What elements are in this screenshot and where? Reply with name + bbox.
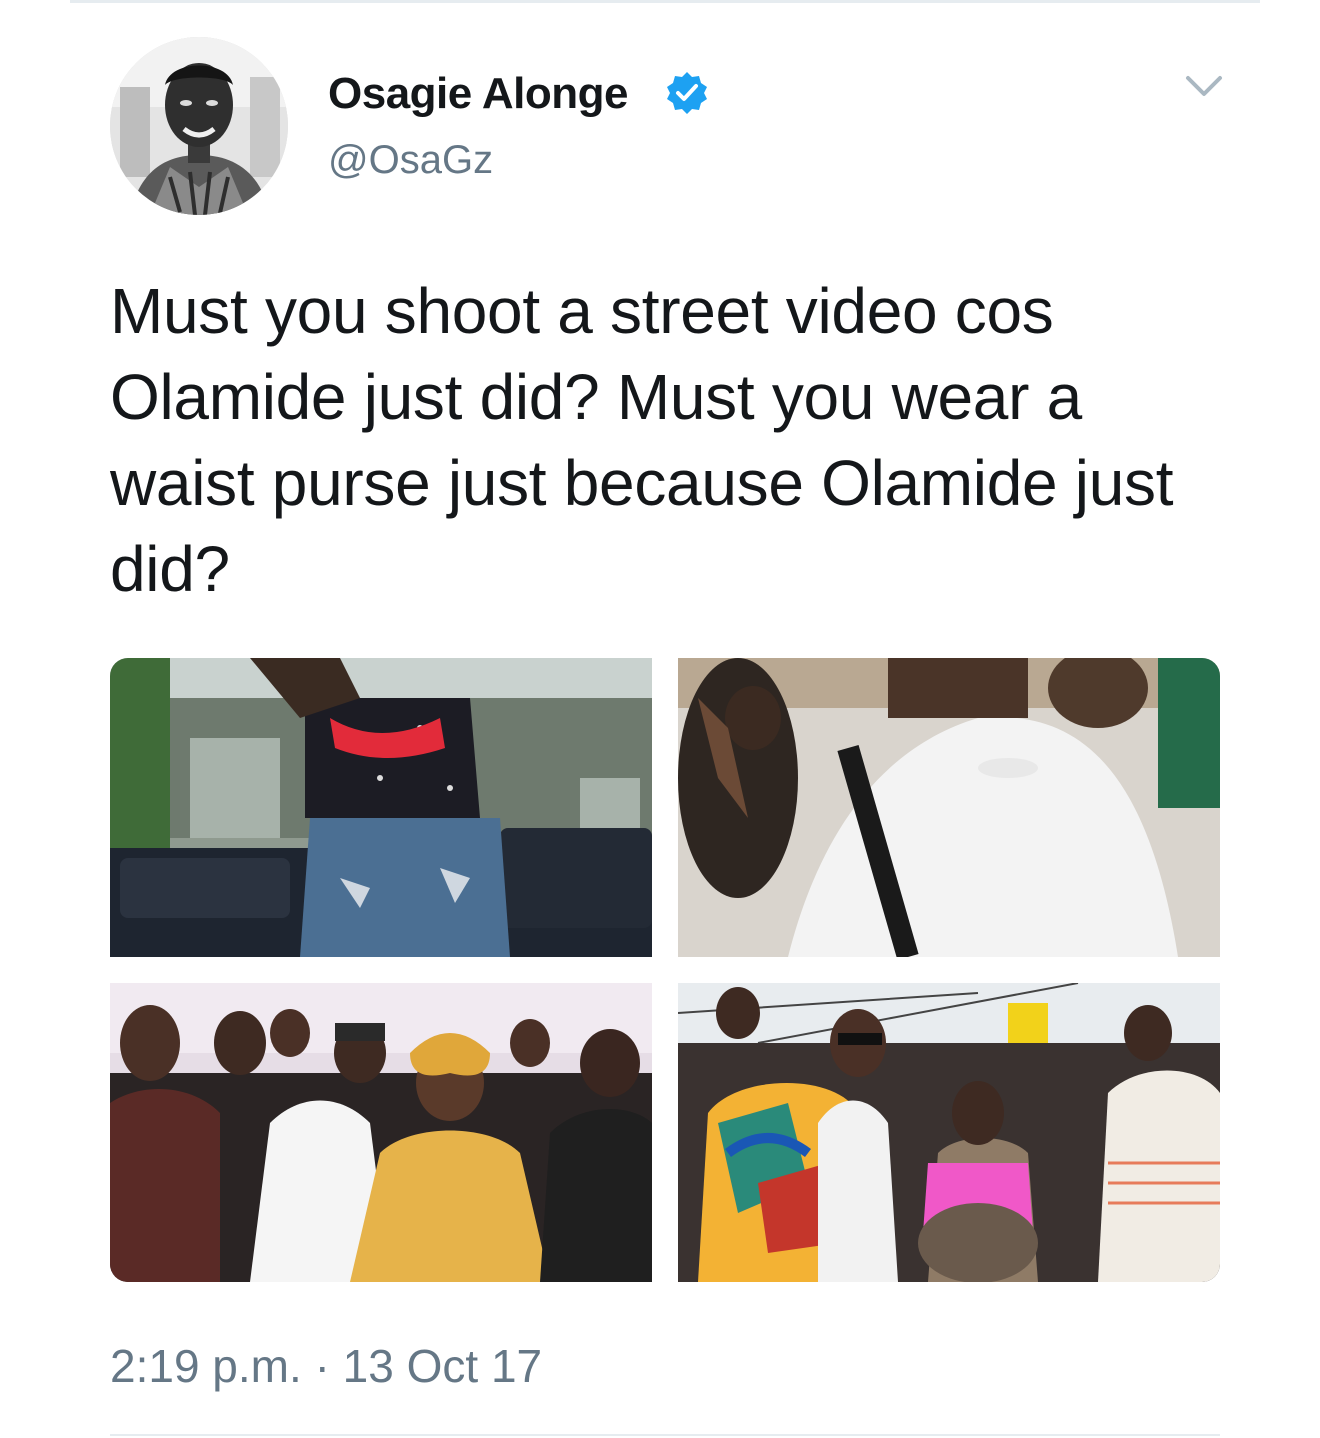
display-name[interactable]: Osagie Alonge (328, 66, 628, 122)
media-grid (110, 658, 1220, 1282)
photo-4[interactable] (678, 983, 1220, 1282)
tweet-time: 2:19 p.m. (110, 1340, 302, 1392)
chevron-down-icon[interactable] (1182, 68, 1226, 104)
tweet-date: 13 Oct 17 (342, 1340, 543, 1392)
user-handle[interactable]: @OsaGz (328, 134, 493, 186)
photo-3[interactable] (110, 983, 652, 1282)
timestamp-separator: · (314, 1340, 330, 1392)
bottom-divider (110, 1434, 1220, 1436)
tweet-timestamp[interactable]: 2:19 p.m. · 13 Oct 17 (110, 1338, 542, 1394)
photo-1[interactable] (110, 658, 652, 957)
top-divider (70, 0, 1260, 3)
avatar[interactable] (110, 37, 288, 215)
photo-2[interactable] (678, 658, 1220, 957)
verified-badge-icon (664, 70, 710, 116)
tweet-text: Must you shoot a street video cos Olamid… (110, 275, 1174, 605)
